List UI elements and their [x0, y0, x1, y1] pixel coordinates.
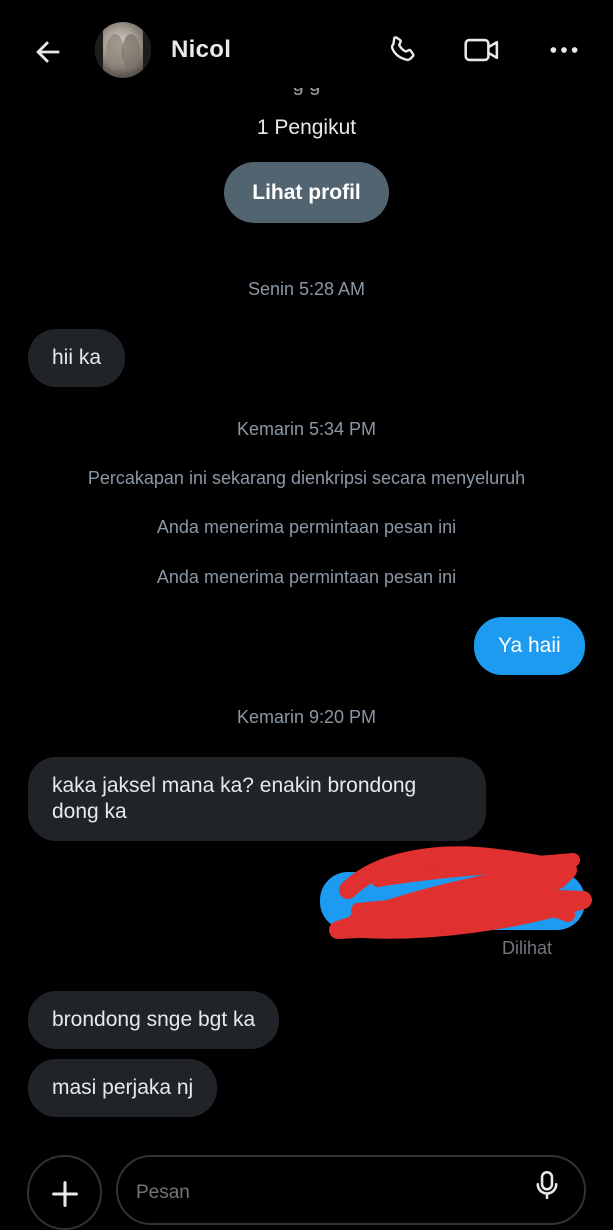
call-button[interactable] — [382, 30, 422, 70]
back-button[interactable] — [28, 32, 68, 72]
follower-count: 1 Pengikut — [256, 116, 357, 139]
chat-header: Nicol — [0, 0, 613, 100]
arrow-left-icon — [36, 41, 60, 63]
more-button[interactable] — [544, 30, 584, 70]
timestamp: Senin 5:28 AM — [247, 279, 366, 299]
composer-bar — [0, 1140, 613, 1230]
plus-icon — [51, 1181, 78, 1207]
phone-icon — [390, 36, 415, 62]
system-notice-request: Anda menerima permintaan pesan ini — [156, 517, 457, 537]
incoming-message[interactable]: masi perjaka nj — [28, 1059, 218, 1117]
microphone-icon — [536, 1170, 558, 1200]
video-call-button[interactable] — [462, 30, 502, 70]
system-notice-request: Anda menerima permintaan pesan ini — [156, 567, 457, 587]
profile-bio-cut: g g — [0, 88, 613, 98]
more-horizontal-icon — [550, 47, 578, 53]
add-attachment-button[interactable] — [27, 1155, 102, 1230]
system-notice-encrypted: Percakapan ini sekarang dienkripsi secar… — [87, 468, 526, 488]
incoming-message[interactable]: brondong snge bgt ka — [28, 991, 280, 1049]
timestamp: Kemarin 5:34 PM — [236, 419, 377, 439]
timestamp: Kemarin 9:20 PM — [236, 707, 377, 727]
avatar[interactable] — [95, 22, 151, 78]
contact-name[interactable]: Nicol — [171, 36, 231, 64]
video-camera-icon — [464, 38, 499, 62]
voice-message-button[interactable] — [530, 1168, 564, 1202]
message-input-placeholder: Pesan — [136, 1182, 190, 1203]
outgoing-message[interactable]: Ya haii — [474, 617, 585, 675]
view-profile-button[interactable]: Lihat profil — [224, 162, 389, 223]
avatar-photo — [95, 22, 151, 78]
incoming-message[interactable]: hii ka — [28, 329, 126, 387]
redaction-scribble — [329, 846, 592, 939]
incoming-message[interactable]: kaka jaksel mana ka? enakin brondong don… — [28, 757, 486, 841]
read-status: Dilihat — [502, 938, 553, 958]
